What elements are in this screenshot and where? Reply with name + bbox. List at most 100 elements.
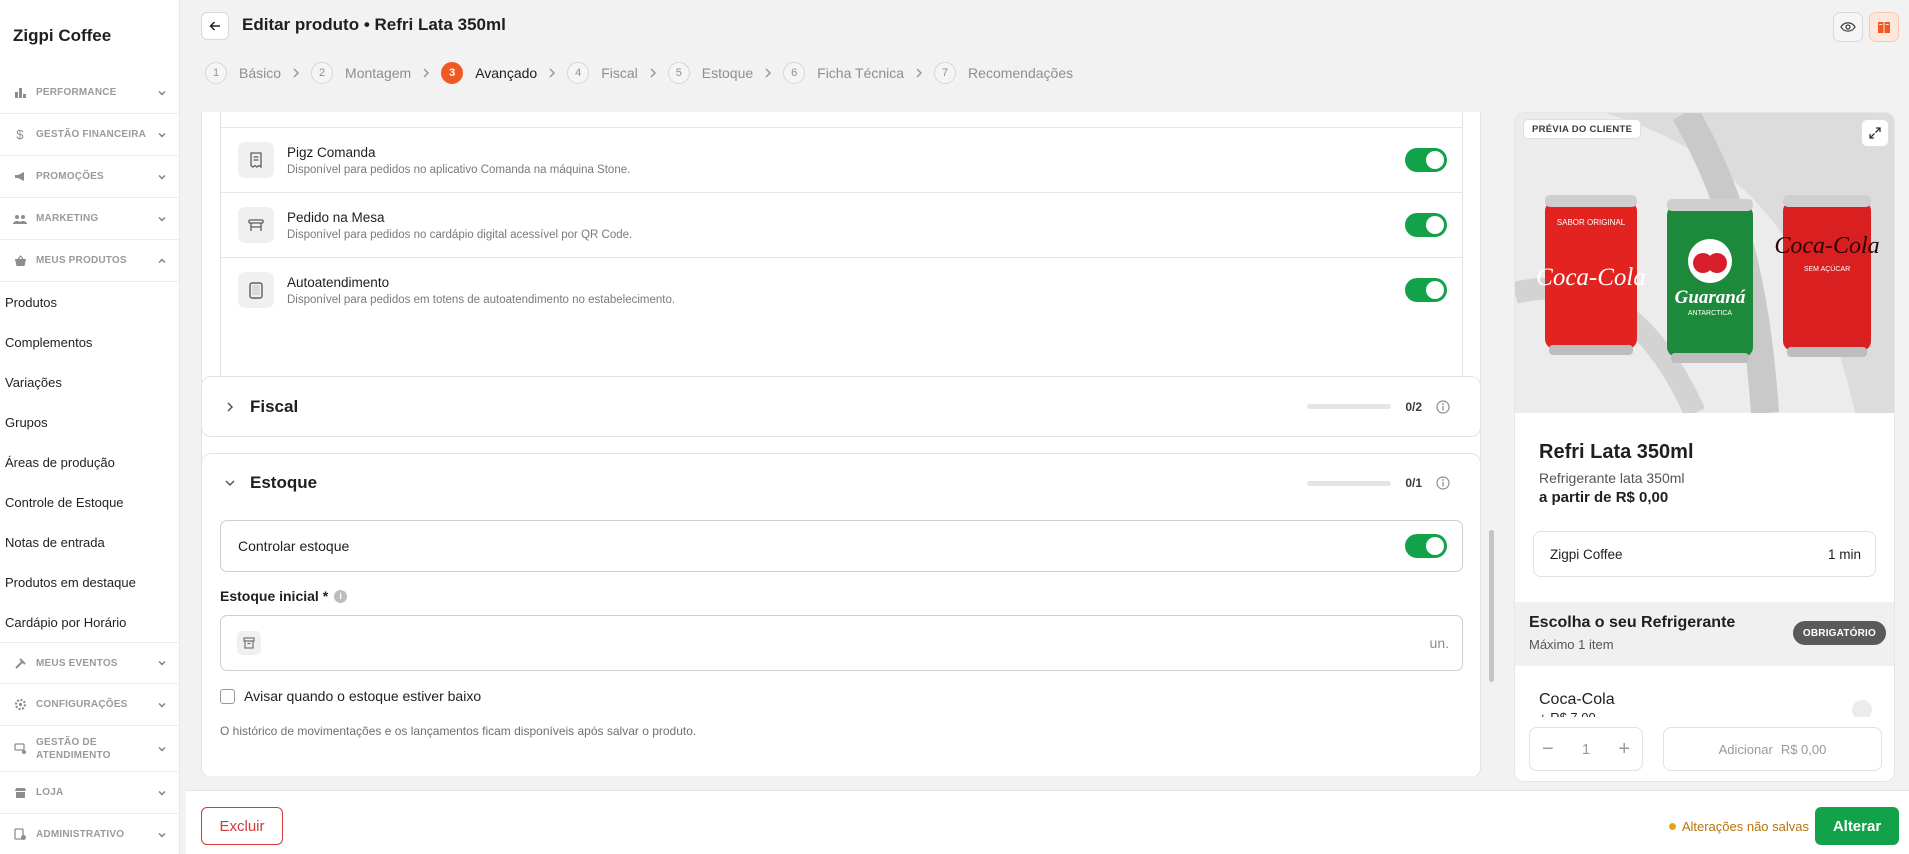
eye-icon (1840, 22, 1856, 32)
guarana-can: Guaraná ANTARCTICA (1667, 199, 1753, 363)
sidebar: Zigpi Coffee PERFORMANCE $ GESTÃO FINANC… (0, 0, 180, 854)
step-number: 7 (934, 62, 957, 84)
chevron-right-icon (753, 67, 783, 79)
sidebar-subitem-complementos[interactable]: Complementos (0, 322, 179, 362)
back-button[interactable] (201, 12, 229, 40)
scrollbar-thumb[interactable] (1489, 530, 1494, 682)
chevron-right-icon (638, 67, 668, 79)
info-icon[interactable] (1436, 476, 1450, 490)
sidebar-subitem-areas-producao[interactable]: Áreas de produção (0, 442, 179, 482)
sidebar-item-marketing[interactable]: MARKETING (0, 198, 179, 240)
sidebar-item-meus-eventos[interactable]: MEUS EVENTOS (0, 642, 179, 684)
step-label: Estoque (701, 65, 754, 81)
step-label: Recomendações (968, 65, 1074, 81)
channel-description: Disponível para pedidos no cardápio digi… (287, 228, 633, 241)
sidebar-subitem-produtos[interactable]: Produtos (0, 282, 179, 322)
chevron-down-icon (158, 90, 166, 95)
sidebar-item-loja[interactable]: LOJA (0, 772, 179, 814)
add-price: R$ 0,00 (1780, 741, 1827, 757)
preview-product-name: Refri Lata 350ml (1539, 441, 1694, 463)
chevron-right-icon (537, 67, 567, 79)
channel-description: Disponível para pedidos no aplicativo Co… (287, 163, 631, 176)
chevron-down-icon (158, 216, 166, 221)
step-ficha-tecnica[interactable]: 6 Ficha Técnica (783, 62, 904, 84)
step-label: Avançado (475, 65, 538, 81)
step-avancado[interactable]: 3 Avançado (441, 62, 537, 84)
channel-toggle[interactable] (1405, 213, 1447, 237)
step-label: Montagem (345, 65, 412, 81)
unsaved-changes-indicator: Alterações não salvas (1668, 819, 1809, 834)
table-icon (238, 207, 274, 243)
low-stock-alert-checkbox[interactable] (220, 688, 235, 704)
sidebar-item-administrativo[interactable]: ADMINISTRATIVO (0, 814, 179, 854)
sidebar-item-configuracoes[interactable]: CONFIGURAÇÕES (0, 684, 179, 726)
basket-icon (13, 254, 27, 268)
channel-description: Disponível para pedidos em totens de aut… (287, 293, 676, 306)
archive-icon (237, 631, 261, 655)
chevron-right-icon (411, 67, 441, 79)
sidebar-item-performance[interactable]: PERFORMANCE (0, 72, 179, 114)
low-stock-alert-label: Avisar quando o estoque estiver baixo (244, 688, 482, 704)
channel-toggle[interactable] (1405, 148, 1447, 172)
warning-dot-icon (1668, 823, 1676, 830)
sidebar-item-gestao-financeira[interactable]: $ GESTÃO FINANCEIRA (0, 114, 179, 156)
guide-button[interactable] (1869, 12, 1899, 42)
preview-footer: − 1 + Adicionar R$ 0,00 (1515, 717, 1894, 781)
sidebar-item-promocoes[interactable]: PROMOÇÕES (0, 156, 179, 198)
main-scrollbar[interactable] (1489, 112, 1494, 776)
stock-section-header[interactable]: Estoque (202, 454, 1480, 512)
sidebar-item-meus-produtos[interactable]: MEUS PRODUTOS (0, 240, 179, 282)
chevron-down-icon (158, 661, 166, 666)
form-scroll-area: Pigz Comanda Disponível para pedidos no … (201, 112, 1481, 776)
sidebar-subitem-grupos[interactable]: Grupos (0, 402, 179, 442)
add-to-cart-button[interactable]: Adicionar R$ 0,00 (1663, 727, 1882, 771)
step-label: Básico (239, 65, 282, 81)
action-bar: Excluir Alterações não salvas Alterar (186, 790, 1909, 854)
step-fiscal[interactable]: 4 Fiscal (567, 62, 638, 84)
section-title: Estoque (250, 473, 318, 492)
sidebar-subitem-variacoes[interactable]: Variações (0, 362, 179, 402)
channel-toggle[interactable] (1405, 278, 1447, 302)
preview-toggle-button[interactable] (1833, 12, 1863, 42)
low-stock-alert-option[interactable]: Avisar quando o estoque estiver baixo (220, 688, 481, 704)
step-montagem[interactable]: 2 Montagem (311, 62, 411, 84)
step-number: 1 (205, 62, 227, 84)
option-name[interactable]: Coca-Cola (1539, 691, 1615, 709)
page-header: Editar produto • Refri Lata 350ml (186, 0, 1909, 52)
sidebar-subitem-notas-entrada[interactable]: Notas de entrada (0, 522, 179, 562)
sidebar-subitem-produtos-destaque[interactable]: Produtos em destaque (0, 562, 179, 602)
chevron-right-icon (227, 401, 234, 412)
sidebar-subitem-controle-estoque[interactable]: Controle de Estoque (0, 482, 179, 522)
preview-store-row: Zigpi Coffee 1 min (1533, 531, 1876, 577)
info-icon[interactable]: i (334, 589, 348, 603)
step-number: 4 (567, 62, 590, 84)
fiscal-section-header[interactable]: Fiscal 0/2 (202, 378, 1480, 436)
expand-icon[interactable] (1861, 119, 1889, 147)
sidebar-item-label: MARKETING (36, 213, 99, 224)
product-image-art: SABOR ORIGINAL Coca-Cola Guaraná ANTARCT… (1515, 113, 1894, 413)
step-estoque[interactable]: 5 Estoque (667, 62, 754, 84)
step-basico[interactable]: 1 Básico (205, 62, 281, 84)
sidebar-subitem-cardapio-horario[interactable]: Cardápio por Horário (0, 602, 179, 642)
plus-icon[interactable]: + (1618, 738, 1630, 761)
brand-title: Zigpi Coffee (13, 26, 112, 45)
sidebar-item-gestao-atendimento[interactable]: GESTÃO DE ATENDIMENTO (0, 726, 179, 772)
option-group-subtitle: Máximo 1 item (1529, 637, 1614, 652)
stock-control-toggle[interactable] (1405, 534, 1447, 558)
can-brand-text: Coca-Cola (1536, 264, 1646, 291)
dollar-icon: $ (16, 127, 24, 142)
can-brand-text: Coca-Cola (1774, 233, 1879, 259)
coca-cola-can: SABOR ORIGINAL Coca-Cola (1536, 195, 1646, 355)
sidebar-item-label: GESTÃO FINANCEIRA (36, 129, 147, 140)
info-icon[interactable] (1436, 399, 1450, 414)
channel-row-pigz-comanda: Pigz Comanda Disponível para pedidos no … (221, 127, 1462, 192)
delete-button[interactable]: Excluir (201, 807, 283, 845)
step-recomendacoes[interactable]: 7 Recomendações (934, 62, 1073, 84)
book-icon (1878, 21, 1890, 33)
required-badge: OBRIGATÓRIO (1792, 621, 1886, 645)
arrow-left-icon (209, 21, 220, 31)
minus-icon[interactable]: − (1542, 738, 1554, 761)
initial-stock-input[interactable] (261, 616, 1430, 670)
fiscal-section[interactable]: Fiscal 0/2 (201, 376, 1481, 437)
save-button[interactable]: Alterar (1815, 807, 1899, 845)
